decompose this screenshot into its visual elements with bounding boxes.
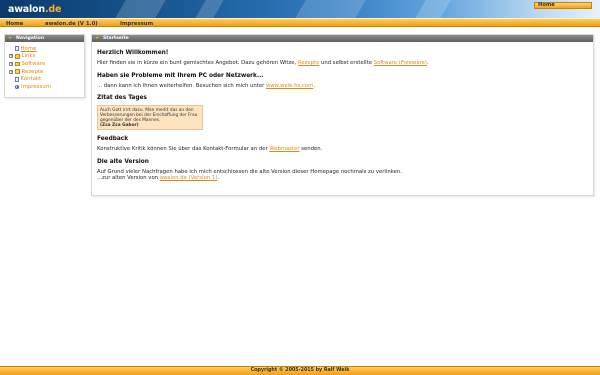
welcome-text-part: Hier finden sie in kürze ein bunt gemisc… [97,60,298,66]
banner-streak [188,0,230,18]
sidebar-item-links[interactable]: + Links [9,53,84,61]
sidebar-item-software[interactable]: + Software [9,60,84,68]
old-version-link[interactable]: awalon.de (Version 1) [160,175,218,181]
quote-text: Auch Gott irrrt dazu. Man merkt das an d… [100,107,198,123]
banner-streak [108,0,172,18]
folder-icon [14,54,20,59]
main-content-panel: Startseite Herzlich Willkommen! Hier fin… [91,34,594,196]
welcome-text-part: . [426,60,429,66]
navigation-panel: Navigation Home + Links + Software + Rez… [4,34,85,98]
main-body: Herzlich Willkommen! Hier finden sie in … [92,42,593,182]
feedback-heading: Feedback [97,136,129,143]
welcome-text-part: und selbst erstellte [319,60,374,66]
expand-plus-icon[interactable]: + [9,54,13,59]
sidebar-item-label[interactable]: Home [21,46,37,52]
site-logo[interactable]: awalon.de [8,4,61,15]
navigation-tree: Home + Links + Software + Rezepte Kontak… [5,42,84,91]
nav-item-impressum[interactable]: Impressum [120,21,153,27]
chevron-down-icon [95,36,99,39]
problems-text-part: ... dann kann ich ihnen weiterhelfen. Be… [97,82,266,89]
banner-streak [408,0,457,18]
problems-text: ... dann kann ich ihnen weiterhelfen. Be… [97,83,589,90]
expand-plus-icon[interactable]: + [9,69,13,74]
sidebar-item-label[interactable]: Kontakt [21,76,42,82]
weik-hs-link[interactable]: www.weik-hs.com [266,83,313,89]
old-version-text-part: . [217,175,219,182]
problems-heading: Haben sie Probleme mit Ihrem PC oder Net… [97,72,264,79]
feedback-text-part: Konstruktive Kritik können Sie über das … [97,146,270,153]
banner-streak [288,0,372,18]
info-icon: i [14,84,19,90]
sidebar-item-label[interactable]: Software [22,61,46,67]
sidebar-item-label[interactable]: Links [22,53,36,59]
quote-box: Auch Gott irrrt dazu. Man merkt das an d… [97,105,203,131]
quote-heading: Zitat des Tages [97,95,147,101]
old-version-text-part: Auf Grund vieler Nachfragen habe ich mic… [97,168,402,175]
webmaster-link[interactable]: Webmaster [269,146,299,152]
sidebar-item-rezepte[interactable]: + Rezepte [9,68,84,76]
old-version-text-part: ...zur alten Version von [97,175,160,182]
sidebar-item-label[interactable]: Impressum [21,84,51,90]
nav-item-version[interactable]: awalon.de (V 1.0) [45,21,98,27]
sidebar-item-kontakt[interactable]: Kontakt [9,75,84,83]
expand-plus-icon[interactable]: + [9,61,13,66]
sidebar-item-impressum[interactable]: i Impressum [9,83,84,91]
welcome-heading: Herzlich Willkommen! [97,50,169,56]
old-version-heading: Die alte Version [97,158,149,165]
copyright-text: Copyright © 2005-2015 by Ralf Weik [250,368,350,373]
page-icon [14,76,19,82]
page-title: Startseite [103,36,129,41]
nav-item-home[interactable]: Home [6,21,23,27]
sidebar-item-label[interactable]: Rezepte [22,69,44,75]
problems-text-part: . [313,82,315,89]
folder-icon [14,69,20,74]
footer: Copyright © 2005-2015 by Ralf Weik [0,366,600,375]
old-version-text: Auf Grund vieler Nachfragen habe ich mic… [97,169,589,182]
folder-icon [14,61,20,67]
quote-author: (Zsa Zsa Gabor) [100,122,139,128]
welcome-text: Hier finden sie in kürze ein bunt gemisc… [97,60,589,67]
logo-tld: .de [44,4,62,15]
navigation-title: Navigation [16,36,45,41]
home-tab-link[interactable]: Home [534,2,592,9]
main-panel-header: Startseite [92,35,593,42]
header-banner: awalon.de Home [0,0,600,18]
logo-main: awalon [8,4,45,15]
rezepte-link[interactable]: Rezepte [298,60,319,66]
software-link[interactable]: Software (Freeware) [374,60,427,66]
chevron-down-icon [8,36,12,39]
feedback-text-part: senden. [299,146,323,153]
top-navbar: Home awalon.de (V 1.0) Impressum [0,18,600,27]
sidebar-item-home[interactable]: Home [9,45,84,53]
feedback-text: Konstruktive Kritik können Sie über das … [97,146,589,153]
navigation-panel-header: Navigation [5,35,84,42]
page-icon [14,46,19,52]
